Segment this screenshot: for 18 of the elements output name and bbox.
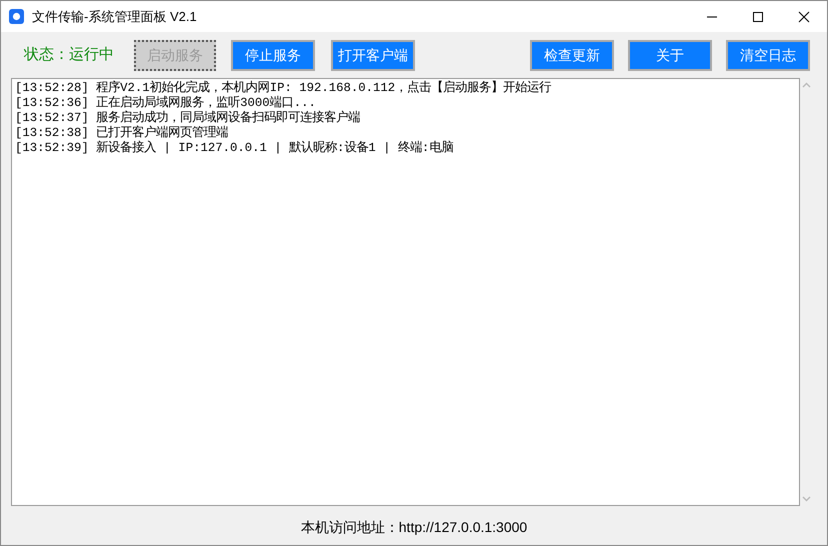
status-text: 状态：运行中: [22, 44, 115, 65]
toolbar-button[interactable]: 打开客户端: [331, 40, 415, 70]
log-line: [13:52:39] 新设备接入 | IP:127.0.0.1 | 默认昵称:设备1 | 终端:电脑: [15, 141, 454, 156]
toolbar-button[interactable]: 检查更新: [530, 40, 614, 70]
scroll-down-icon: [802, 496, 810, 502]
log-line: [13:52:36] 正在启动局域网服务，监听3000端口...: [15, 96, 317, 110]
log-line: [13:52:37] 服务启动成功，同局域网设备扫码即可连接客户端: [15, 111, 362, 126]
app-icon: [9, 9, 24, 24]
close-icon: [798, 10, 810, 22]
window-title: 文件传输-系统管理面板 V2.1: [32, 8, 198, 26]
access-address: 本机访问地址：http://127.0.0.1:3000: [300, 518, 528, 537]
toolbar-button[interactable]: 关于: [628, 40, 712, 70]
toolbar-button[interactable]: 清空日志: [726, 40, 810, 70]
log-line: [13:52:28] 程序V2.1初始化完成，本机内网IP: 192.168.0.112，点击【启动服务】开始运行: [15, 81, 552, 96]
log-line: [13:52:38] 已打开客户端网页管理端: [15, 126, 230, 140]
scroll-up-icon: [802, 82, 810, 88]
toolbar-button[interactable]: 停止服务: [231, 40, 315, 70]
maximize-icon: [752, 10, 764, 22]
